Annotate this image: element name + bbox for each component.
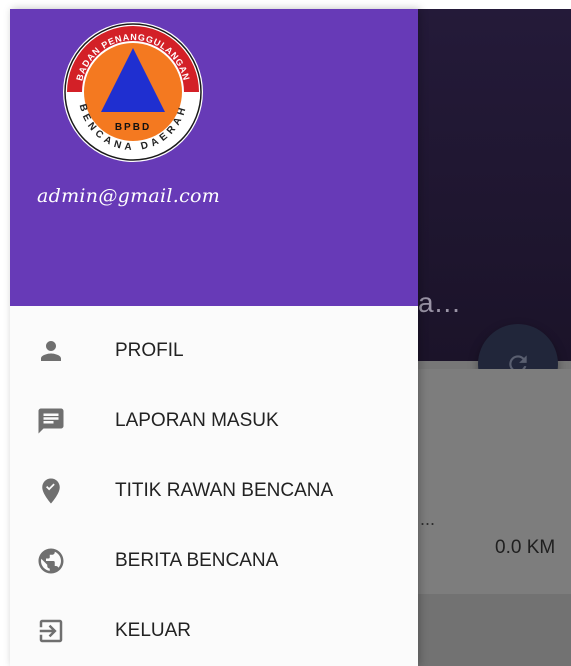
screen: a... ... 0.0 KM BADAN PENANGGULANGAN BEN… <box>0 0 571 666</box>
menu-item-keluar[interactable]: KELUAR <box>10 596 418 666</box>
navigation-drawer: BADAN PENANGGULANGAN BENCANA DAERAH BPBD… <box>10 9 418 666</box>
logo-center-text: BPBD <box>115 122 151 133</box>
message-icon <box>34 404 68 438</box>
menu-item-titik-rawan-bencana[interactable]: TITIK RAWAN BENCANA <box>10 456 418 526</box>
user-email: admin@gmail.com <box>37 185 221 207</box>
distance-label: 0.0 KM <box>495 537 556 558</box>
exit-icon <box>34 614 68 648</box>
background-card-text: ... <box>420 509 436 529</box>
menu-item-profil[interactable]: PROFIL <box>10 316 418 386</box>
person-icon <box>34 334 68 368</box>
drawer-menu: PROFIL LAPORAN MASUK TITIK RAWAN BENCANA… <box>10 316 418 666</box>
background-title-fragment: a... <box>418 287 461 318</box>
menu-item-laporan-masuk[interactable]: LAPORAN MASUK <box>10 386 418 456</box>
globe-icon <box>34 544 68 578</box>
location-pin-icon <box>34 474 68 508</box>
menu-item-label: TITIK RAWAN BENCANA <box>115 480 334 501</box>
menu-item-label: LAPORAN MASUK <box>115 410 279 431</box>
menu-item-label: BERITA BENCANA <box>115 550 279 571</box>
menu-item-label: KELUAR <box>115 620 192 641</box>
menu-item-berita-bencana[interactable]: BERITA BENCANA <box>10 526 418 596</box>
drawer-header: BADAN PENANGGULANGAN BENCANA DAERAH BPBD… <box>10 9 418 306</box>
bpbd-logo: BADAN PENANGGULANGAN BENCANA DAERAH BPBD <box>63 22 203 162</box>
menu-item-label: PROFIL <box>115 340 184 361</box>
